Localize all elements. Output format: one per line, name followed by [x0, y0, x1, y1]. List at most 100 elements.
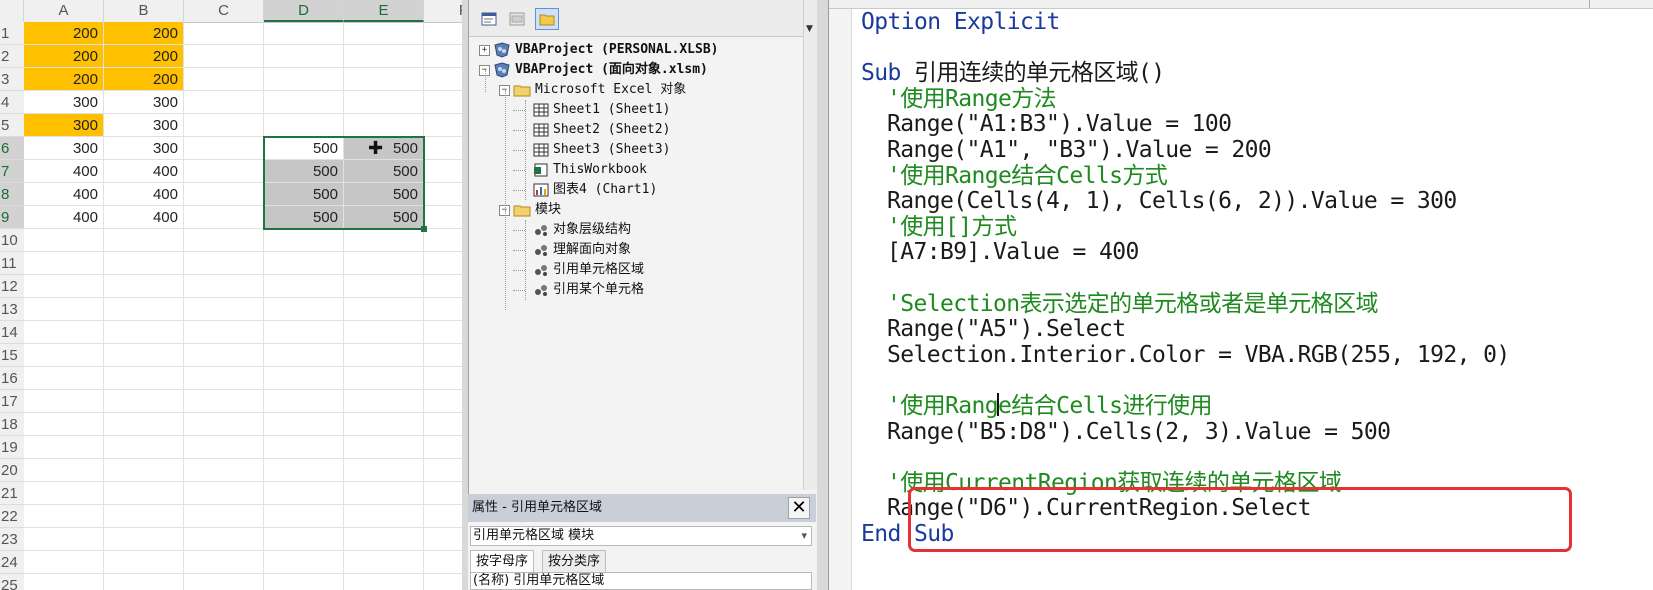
code-window-dropdowns[interactable]: [829, 0, 1653, 9]
tree-item[interactable]: ThisWorkbook: [533, 160, 647, 180]
code-line[interactable]: Range("A5").Select: [887, 316, 1126, 343]
tab-alphabetic[interactable]: 按字母序: [470, 550, 535, 572]
code-line[interactable]: Selection.Interior.Color = VBA.RGB(255, …: [887, 342, 1510, 369]
tree-item[interactable]: Sheet3 (Sheet3): [533, 140, 670, 160]
cell-d8[interactable]: 500: [264, 183, 344, 206]
code-line[interactable]: '使用Range结合Cells方式: [887, 163, 1168, 190]
project-tree[interactable]: + VBAProject (PERSONAL.XLSB) − VBAProject (…: [469, 40, 799, 490]
tree-item[interactable]: Sheet2 (Sheet2): [533, 120, 670, 140]
row-header-5[interactable]: 5: [0, 114, 24, 137]
cell-b7[interactable]: 400: [104, 160, 184, 183]
cell-a2[interactable]: 200: [24, 45, 104, 68]
row-header-13[interactable]: 13: [0, 298, 24, 321]
cell-a5[interactable]: 300: [24, 114, 104, 137]
code-line[interactable]: '使用Range结合Cells进行使用: [887, 393, 1213, 420]
code-line[interactable]: Range("B5:D8").Cells(2, 3).Value = 500: [887, 419, 1391, 446]
row-header-6[interactable]: 6: [0, 137, 24, 160]
cell-d9[interactable]: 500: [264, 206, 344, 229]
cell-b1[interactable]: 200: [104, 22, 184, 45]
fill-handle[interactable]: [421, 226, 427, 232]
column-header-c[interactable]: C: [184, 0, 264, 22]
row-header-25[interactable]: 25: [0, 574, 24, 590]
row-header-12[interactable]: 12: [0, 275, 24, 298]
row-header-7[interactable]: 7: [0, 160, 24, 183]
cell-e8[interactable]: 500: [344, 183, 424, 206]
row-header-20[interactable]: 20: [0, 459, 24, 482]
cell-b2[interactable]: 200: [104, 45, 184, 68]
code-editor[interactable]: Option Explicit Sub 引用连续的单元格区域() '使用Range方…: [828, 0, 1653, 590]
row-header-24[interactable]: 24: [0, 551, 24, 574]
cell-e7[interactable]: 500: [344, 160, 424, 183]
code-line[interactable]: '使用Range方法: [887, 86, 1057, 113]
code-line[interactable]: Option Explicit: [861, 9, 1060, 36]
cell-a9[interactable]: 400: [24, 206, 104, 229]
column-header-b[interactable]: B: [104, 0, 184, 22]
row-header-19[interactable]: 19: [0, 436, 24, 459]
row-header-23[interactable]: 23: [0, 528, 24, 551]
cell-a1[interactable]: 200: [24, 22, 104, 45]
tree-item[interactable]: 图表4 (Chart1): [533, 180, 657, 200]
cell-e6[interactable]: 500: [344, 137, 424, 160]
code-line[interactable]: Sub 引用连续的单元格区域(): [861, 60, 1165, 87]
column-header-a[interactable]: A: [24, 0, 104, 22]
code-line[interactable]: Range(Cells(4, 1), Cells(6, 2)).Value = …: [887, 188, 1457, 215]
row-header-22[interactable]: 22: [0, 505, 24, 528]
expand-icon[interactable]: +: [479, 45, 490, 56]
cell-b9[interactable]: 400: [104, 206, 184, 229]
cell-b4[interactable]: 300: [104, 91, 184, 114]
row-header-15[interactable]: 15: [0, 344, 24, 367]
cell-a8[interactable]: 400: [24, 183, 104, 206]
row-header-3[interactable]: 3: [0, 68, 24, 91]
tree-item[interactable]: 对象层级结构: [533, 220, 631, 240]
row-header-11[interactable]: 11: [0, 252, 24, 275]
cell-b8[interactable]: 400: [104, 183, 184, 206]
tree-item[interactable]: VBAProject (PERSONAL.XLSB): [493, 40, 719, 60]
column-header-d[interactable]: D: [264, 0, 344, 22]
cell-a3[interactable]: 200: [24, 68, 104, 91]
column-header-f[interactable]: F: [424, 0, 462, 22]
code-line[interactable]: '使用[]方式: [887, 214, 1017, 241]
chevron-down-icon[interactable]: ▾: [801, 527, 807, 545]
code-line[interactable]: [A7:B9].Value = 400: [887, 239, 1139, 266]
code-line[interactable]: 'Selection表示选定的单元格或者是单元格区域: [887, 291, 1378, 318]
select-all-corner[interactable]: [0, 0, 24, 22]
cell-b6[interactable]: 300: [104, 137, 184, 160]
tree-item[interactable]: Microsoft Excel 对象: [513, 80, 686, 100]
cell-d7[interactable]: 500: [264, 160, 344, 183]
view-code-button[interactable]: [477, 8, 501, 30]
code-margin[interactable]: [829, 9, 852, 590]
property-row-name[interactable]: (名称) 引用单元格区域: [470, 572, 812, 590]
excel-worksheet[interactable]: 200 200 200 200 200 200 300 300 300 300 300 300 400 4…: [0, 0, 462, 590]
row-header-2[interactable]: 2: [0, 45, 24, 68]
tree-item[interactable]: Sheet1 (Sheet1): [533, 100, 670, 120]
column-header-e[interactable]: E: [344, 0, 424, 22]
row-header-17[interactable]: 17: [0, 390, 24, 413]
tree-item[interactable]: 理解面向对象: [533, 240, 631, 260]
tree-item[interactable]: 引用某个单元格: [533, 280, 644, 300]
row-header-8[interactable]: 8: [0, 183, 24, 206]
row-header-10[interactable]: 10: [0, 229, 24, 252]
cell-a6[interactable]: 300: [24, 137, 104, 160]
toggle-folders-button[interactable]: [535, 8, 559, 30]
code-line[interactable]: Range("A1:B3").Value = 100: [887, 111, 1232, 138]
cell-a4[interactable]: 300: [24, 91, 104, 114]
row-header-1[interactable]: 1: [0, 22, 24, 45]
cell-a7[interactable]: 400: [24, 160, 104, 183]
cell-d6[interactable]: 500: [264, 137, 344, 160]
row-header-4[interactable]: 4: [0, 91, 24, 114]
view-object-button[interactable]: [505, 8, 529, 30]
tab-categorized[interactable]: 按分类序: [542, 550, 607, 572]
close-icon[interactable]: ✕: [788, 497, 810, 519]
cell-b3[interactable]: 200: [104, 68, 184, 91]
row-header-21[interactable]: 21: [0, 482, 24, 505]
tree-item[interactable]: 模块: [513, 200, 561, 220]
row-header-9[interactable]: 9: [0, 206, 24, 229]
row-header-16[interactable]: 16: [0, 367, 24, 390]
tree-item[interactable]: 引用单元格区域: [533, 260, 644, 280]
code-line[interactable]: Range("A1", "B3").Value = 200: [887, 137, 1272, 164]
row-header-18[interactable]: 18: [0, 413, 24, 436]
cell-b5[interactable]: 300: [104, 114, 184, 137]
tree-item[interactable]: VBAProject (面向对象.xlsm): [493, 60, 708, 80]
project-explorer-scrollbar[interactable]: ▼: [803, 0, 817, 490]
scroll-down-icon[interactable]: ▼: [806, 24, 813, 34]
